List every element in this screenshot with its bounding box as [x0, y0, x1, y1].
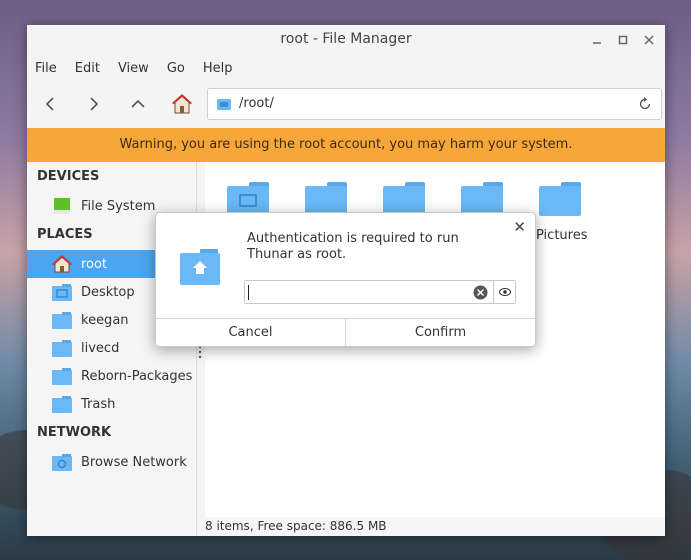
folder-icon — [52, 368, 72, 385]
dialog-message: Authentication is required to run Thunar… — [247, 231, 459, 262]
menu-go[interactable]: Go — [167, 61, 185, 76]
folder-icon — [217, 99, 231, 110]
menu-edit[interactable]: Edit — [75, 61, 100, 76]
menu-file[interactable]: File — [35, 61, 57, 76]
eye-icon — [498, 288, 511, 296]
status-text: 8 items, Free space: 886.5 MB — [205, 519, 387, 533]
location-bar[interactable]: /root/ — [207, 88, 662, 120]
back-button[interactable] — [36, 90, 64, 118]
sidebar-item-label: livecd — [81, 340, 120, 356]
title-bar: root - File Manager — [27, 25, 665, 54]
menu-help[interactable]: Help — [203, 61, 233, 76]
confirm-button[interactable]: Confirm — [345, 319, 535, 346]
folder-icon — [52, 340, 72, 357]
sidebar-item-label: root — [81, 256, 108, 272]
sidebar-item-trash[interactable]: Trash — [27, 390, 196, 418]
maximize-icon — [618, 35, 628, 44]
sidebar-item-label: Desktop — [81, 284, 135, 300]
sidebar-item-label: Reborn-Packages — [81, 368, 193, 384]
dialog-close-button[interactable]: ✕ — [513, 218, 526, 236]
text-caret — [248, 285, 249, 300]
window-title: root - File Manager — [280, 31, 412, 47]
sidebar-item-reborn-packages[interactable]: Reborn-Packages — [27, 362, 196, 390]
sidebar-header-devices: DEVICES — [37, 169, 100, 184]
maximize-button[interactable] — [617, 25, 629, 54]
desktop-icon — [239, 194, 257, 207]
home-folder-icon — [180, 249, 220, 285]
sidebar-item-label: Browse Network — [81, 454, 187, 470]
folder-item-pictures[interactable] — [539, 182, 581, 216]
folder-label: Pictures — [536, 228, 588, 243]
forward-button[interactable] — [80, 90, 108, 118]
location-path: /root/ — [239, 96, 274, 111]
sidebar-item-browse-network[interactable]: Browse Network — [27, 448, 196, 476]
drive-icon — [54, 198, 70, 214]
auth-dialog: ✕ Authentication is required to run Thun… — [155, 212, 536, 347]
up-button[interactable] — [124, 90, 152, 118]
cancel-button[interactable]: Cancel — [156, 319, 345, 346]
show-password-button[interactable] — [493, 281, 515, 303]
chevron-right-icon — [90, 97, 99, 111]
sidebar-header-network: NETWORK — [37, 425, 112, 440]
trash-folder-icon — [52, 396, 72, 413]
status-bar: 8 items, Free space: 886.5 MB — [197, 517, 665, 536]
warning-text: Warning, you are using the root account,… — [119, 137, 573, 152]
close-button[interactable] — [643, 25, 655, 54]
pane-resize-handle[interactable] — [198, 345, 202, 359]
desktop-folder-icon — [52, 284, 72, 301]
minimize-icon — [593, 41, 601, 44]
minimize-button[interactable] — [591, 25, 603, 54]
home-folder-icon — [52, 255, 72, 273]
home-icon — [171, 94, 193, 114]
reload-icon[interactable] — [637, 96, 653, 112]
sidebar-item-label: Trash — [81, 396, 116, 412]
network-folder-icon — [52, 454, 72, 471]
dialog-button-row: Cancel Confirm — [156, 318, 535, 346]
clear-icon[interactable] — [473, 285, 488, 300]
password-field[interactable] — [244, 280, 516, 304]
folder-item[interactable] — [461, 182, 503, 216]
folder-icon — [52, 312, 72, 329]
folder-item[interactable] — [383, 182, 425, 216]
chevron-up-icon — [131, 99, 145, 108]
sidebar-item-label: keegan — [81, 312, 129, 328]
folder-item[interactable] — [305, 182, 347, 216]
window-controls — [591, 25, 655, 54]
menu-bar: File Edit View Go Help — [27, 54, 665, 82]
sidebar-item-label: File System — [81, 198, 156, 214]
folder-item[interactable] — [227, 182, 269, 216]
root-warning-banner: Warning, you are using the root account,… — [27, 128, 665, 162]
chevron-left-icon — [45, 97, 54, 111]
close-icon — [644, 34, 654, 45]
menu-view[interactable]: View — [118, 61, 149, 76]
home-button[interactable] — [168, 90, 196, 118]
